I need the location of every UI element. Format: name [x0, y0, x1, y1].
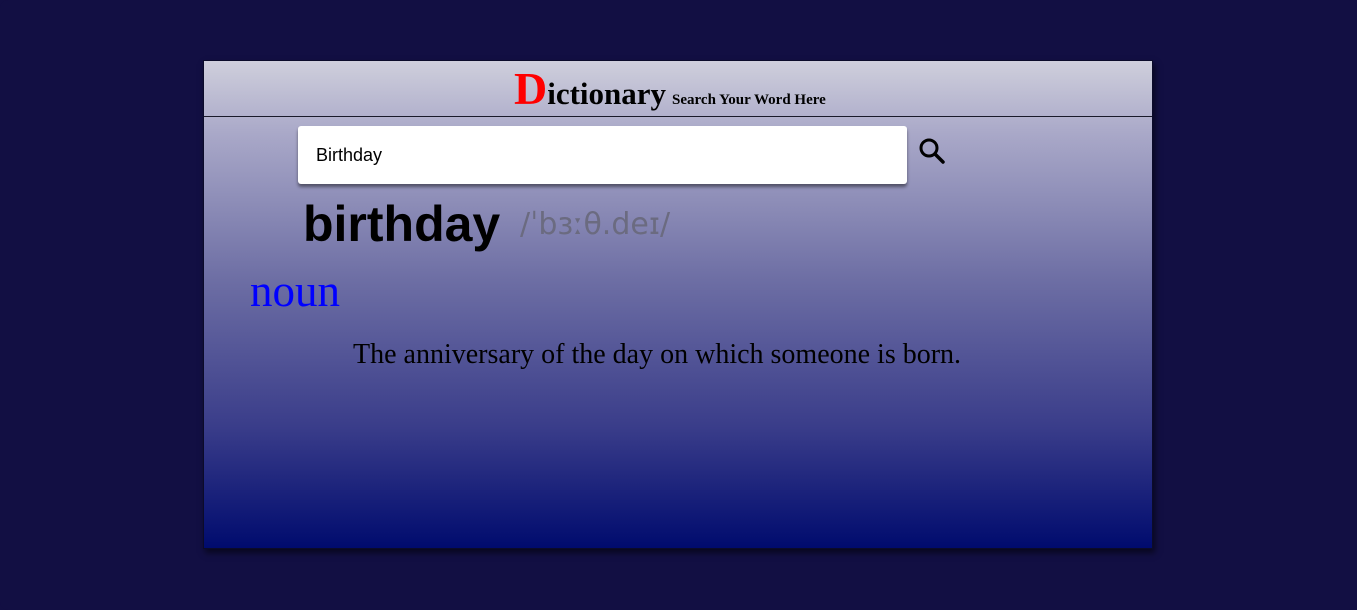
app-title: Dictionary Search Your Word Here: [514, 64, 826, 119]
app-header: Dictionary Search Your Word Here: [204, 61, 1152, 117]
tagline: Search Your Word Here: [672, 92, 826, 108]
search-input[interactable]: [298, 126, 907, 184]
result-phonetic: /ˈbɜːθ.deɪ/: [520, 207, 671, 242]
dictionary-card: Dictionary Search Your Word Here birthday…: [203, 60, 1153, 549]
result-word: birthday: [303, 196, 501, 252]
brand-initial: D: [514, 63, 548, 114]
search-icon: [919, 138, 945, 164]
brand-name: ictionary: [547, 76, 667, 111]
part-of-speech: noun: [250, 266, 340, 316]
definition-text: The anniversary of the day on which some…: [353, 339, 962, 370]
search-button[interactable]: [918, 137, 946, 165]
